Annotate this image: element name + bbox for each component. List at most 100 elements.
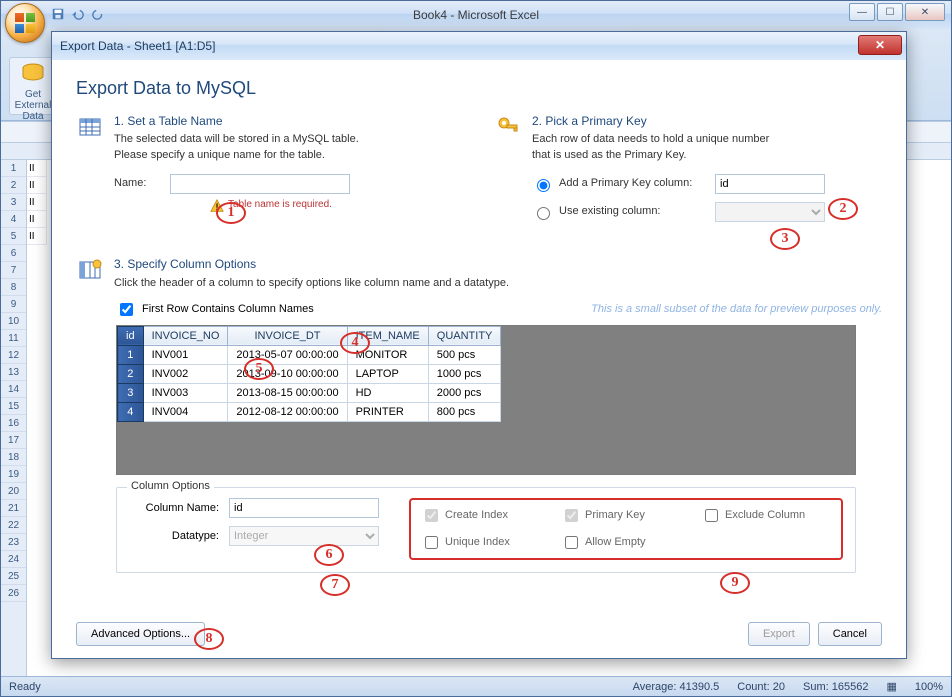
- dialog-close-button[interactable]: ✕: [858, 35, 902, 55]
- row-header[interactable]: 2: [1, 177, 26, 194]
- export-dialog: Export Data - Sheet1 [A1:D5] ✕ Export Da…: [51, 31, 907, 659]
- add-pk-radio[interactable]: [537, 179, 550, 192]
- row-header[interactable]: 26: [1, 585, 26, 602]
- row-header[interactable]: 12: [1, 347, 26, 364]
- office-button[interactable]: [5, 3, 45, 43]
- annotation-7: 7: [320, 574, 350, 596]
- table-icon: [76, 113, 104, 141]
- row-header[interactable]: 1: [1, 160, 26, 177]
- row-header[interactable]: 8: [1, 279, 26, 296]
- exclude-column-check[interactable]: Exclude Column: [701, 506, 831, 525]
- grid-col-id[interactable]: id: [118, 326, 144, 345]
- warning-icon: [210, 199, 224, 213]
- dialog-title: Export Data - Sheet1 [A1:D5]: [60, 39, 215, 53]
- add-pk-input[interactable]: [715, 174, 825, 194]
- row-headers: 1 2 3 4 5 6 7 8 9 10 11 12 13 14 15 16 1…: [1, 160, 27, 676]
- row-header[interactable]: 19: [1, 466, 26, 483]
- use-existing-select[interactable]: [715, 202, 825, 222]
- grid-row[interactable]: 4 INV004 2012-08-12 00:00:00 PRINTER 800…: [118, 402, 501, 421]
- grid-rownum: 4: [118, 402, 144, 421]
- grid-col-item-name[interactable]: ITEM_NAME: [347, 326, 428, 345]
- use-existing-radio[interactable]: [537, 207, 550, 220]
- status-ready: Ready: [9, 681, 41, 693]
- datatype-label: Datatype:: [129, 530, 219, 542]
- cell[interactable]: II: [27, 194, 47, 211]
- row-header[interactable]: 22: [1, 517, 26, 534]
- grid-header-row: id INVOICE_NO INVOICE_DT ITEM_NAME QUANT…: [118, 326, 501, 345]
- row-header[interactable]: 13: [1, 364, 26, 381]
- first-row-label: First Row Contains Column Names: [142, 303, 314, 315]
- allow-empty-check[interactable]: Allow Empty: [561, 533, 691, 552]
- cell[interactable]: II: [27, 177, 47, 194]
- row-header[interactable]: 24: [1, 551, 26, 568]
- grid-cell: INV004: [143, 402, 228, 421]
- export-button[interactable]: Export: [748, 622, 810, 646]
- preview-grid[interactable]: id INVOICE_NO INVOICE_DT ITEM_NAME QUANT…: [116, 325, 856, 475]
- column-name-input[interactable]: [229, 498, 379, 518]
- row-header[interactable]: 5: [1, 228, 26, 245]
- cell[interactable]: II: [27, 160, 47, 177]
- status-count: Count: 20: [737, 681, 785, 693]
- table-name-input[interactable]: [170, 174, 350, 194]
- first-row-checkbox[interactable]: [120, 303, 133, 316]
- row-header[interactable]: 7: [1, 262, 26, 279]
- maximize-button[interactable]: ☐: [877, 3, 903, 21]
- grid-row[interactable]: 3 INV003 2013-08-15 00:00:00 HD 2000 pcs: [118, 383, 501, 402]
- annotation-9: 9: [720, 572, 750, 594]
- step3-title: 3. Specify Column Options: [114, 256, 882, 273]
- grid-cell: 1000 pcs: [428, 364, 501, 383]
- row-header[interactable]: 6: [1, 245, 26, 262]
- close-button[interactable]: ✕: [905, 3, 945, 21]
- use-existing-label: Use existing column:: [559, 204, 709, 220]
- grid-col-invoice-dt[interactable]: INVOICE_DT: [228, 326, 347, 345]
- zoom-level[interactable]: 100%: [915, 681, 943, 693]
- row-header[interactable]: 17: [1, 432, 26, 449]
- dialog-titlebar[interactable]: Export Data - Sheet1 [A1:D5] ✕: [52, 32, 906, 60]
- row-header[interactable]: 16: [1, 415, 26, 432]
- cell[interactable]: II: [27, 228, 47, 245]
- unique-index-check[interactable]: Unique Index: [421, 533, 551, 552]
- row-header[interactable]: 15: [1, 398, 26, 415]
- primary-key-check[interactable]: Primary Key: [561, 506, 691, 525]
- row-header[interactable]: 18: [1, 449, 26, 466]
- excel-main-window: Book4 - Microsoft Excel — ☐ ✕ Get Extern…: [0, 0, 952, 697]
- grid-col-quantity[interactable]: QUANTITY: [428, 326, 501, 345]
- grid-rownum: 2: [118, 364, 144, 383]
- step3-block: 3. Specify Column Options Click the head…: [76, 256, 882, 291]
- column-options-legend: Column Options: [127, 480, 214, 492]
- row-header[interactable]: 3: [1, 194, 26, 211]
- row-header[interactable]: 11: [1, 330, 26, 347]
- row-header[interactable]: 21: [1, 500, 26, 517]
- grid-col-invoice-no[interactable]: INVOICE_NO: [143, 326, 228, 345]
- status-sum: Sum: 165562: [803, 681, 868, 693]
- create-index-check[interactable]: Create Index: [421, 506, 551, 525]
- step1-title: 1. Set a Table Name: [114, 113, 464, 130]
- key-icon: [494, 113, 522, 141]
- grid-cell: 2012-08-12 00:00:00: [228, 402, 347, 421]
- grid-cell: PRINTER: [347, 402, 428, 421]
- view-normal-icon[interactable]: ▦: [886, 680, 896, 693]
- advanced-options-button[interactable]: Advanced Options...: [76, 622, 205, 646]
- row-header[interactable]: 25: [1, 568, 26, 585]
- grid-cell: 2013-09-10 00:00:00: [228, 364, 347, 383]
- cancel-button[interactable]: Cancel: [818, 622, 882, 646]
- grid-cell: 2013-08-15 00:00:00: [228, 383, 347, 402]
- row-header[interactable]: 10: [1, 313, 26, 330]
- grid-row[interactable]: 1 INV001 2013-05-07 00:00:00 MONITOR 500…: [118, 345, 501, 364]
- row-header[interactable]: 14: [1, 381, 26, 398]
- grid-cell: INV001: [143, 345, 228, 364]
- row-header[interactable]: 4: [1, 211, 26, 228]
- step3-desc: Click the header of a column to specify …: [114, 276, 882, 292]
- ribbon-group-external-data[interactable]: Get External Data: [9, 57, 57, 115]
- row-header[interactable]: 20: [1, 483, 26, 500]
- step1-block: 1. Set a Table Name The selected data wi…: [76, 113, 464, 213]
- grid-row[interactable]: 2 INV002 2013-09-10 00:00:00 LAPTOP 1000…: [118, 364, 501, 383]
- cell[interactable]: II: [27, 211, 47, 228]
- row-header[interactable]: 23: [1, 534, 26, 551]
- row-header[interactable]: 9: [1, 296, 26, 313]
- grid-cell: MONITOR: [347, 345, 428, 364]
- datatype-select[interactable]: Integer: [229, 526, 379, 546]
- minimize-button[interactable]: —: [849, 3, 875, 21]
- grid-cell: INV003: [143, 383, 228, 402]
- status-average: Average: 41390.5: [633, 681, 720, 693]
